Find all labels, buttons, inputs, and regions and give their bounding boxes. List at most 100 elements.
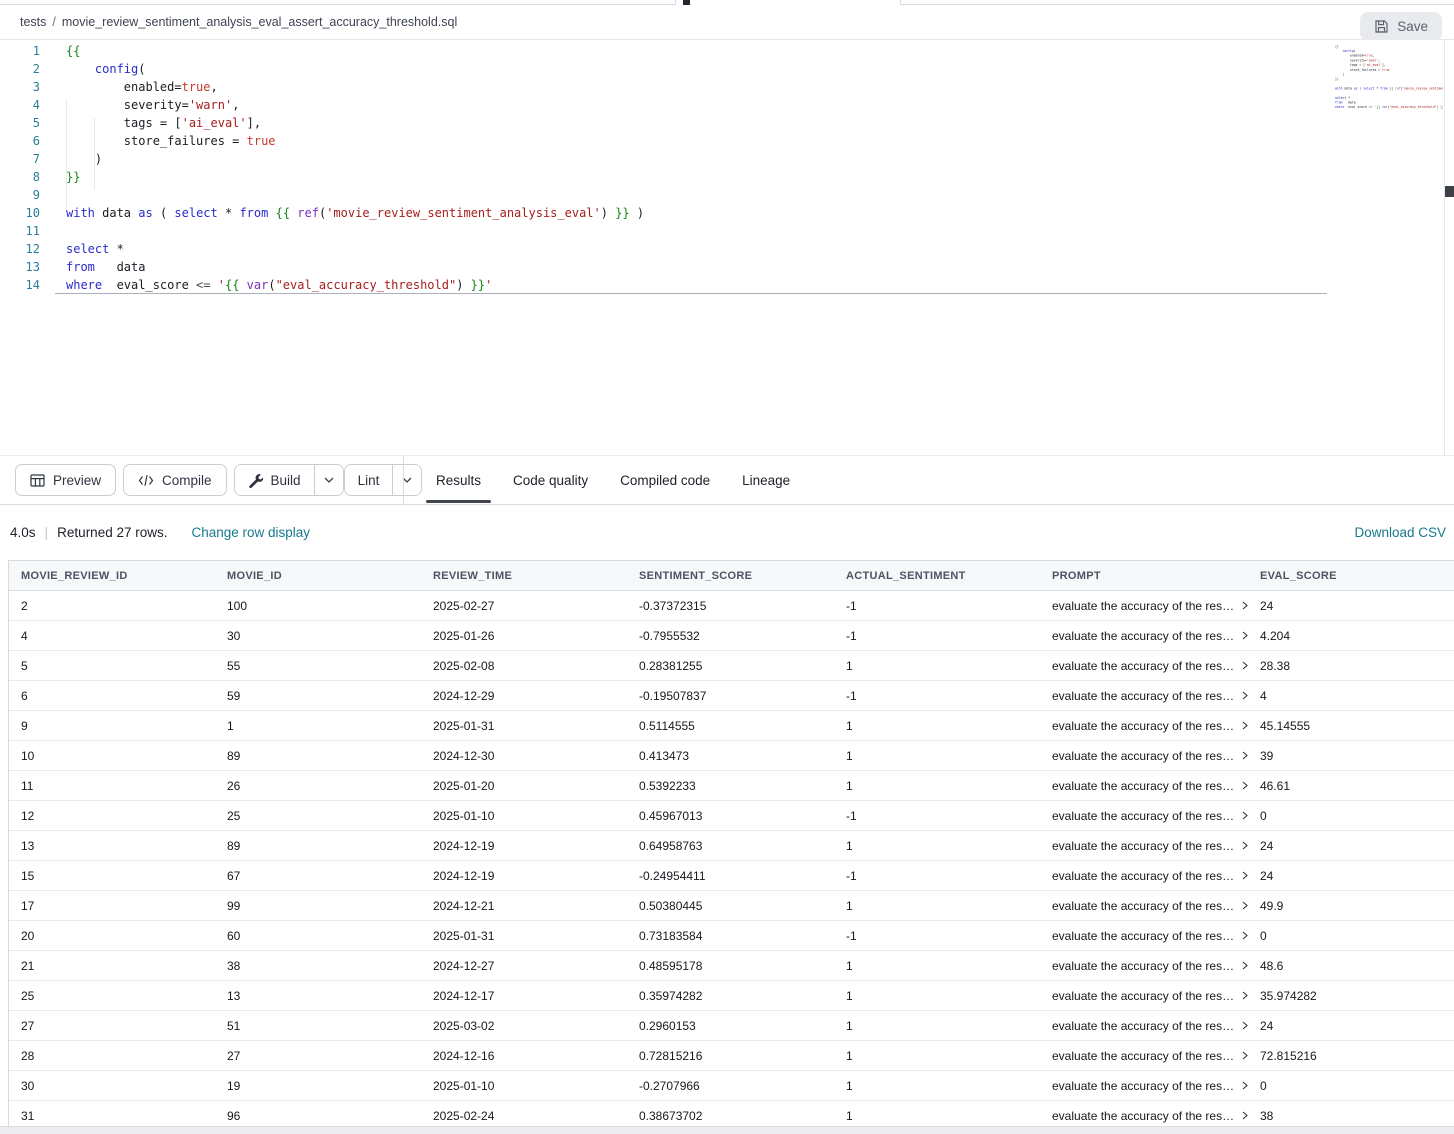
table-row: 31962025-02-240.386737021evaluate the ac… bbox=[9, 1101, 1454, 1126]
table-cell: 0.413473 bbox=[627, 749, 834, 763]
lint-button[interactable]: Lint bbox=[345, 465, 393, 495]
minimap[interactable]: {{ config( enabled=true, severity='warn'… bbox=[1335, 44, 1443, 122]
code-editor[interactable]: 1{{2 config(3 enabled=true,4 severity='w… bbox=[0, 40, 1454, 455]
chevron-down-icon bbox=[324, 477, 334, 483]
table-row: 28272024-12-160.728152161evaluate the ac… bbox=[9, 1041, 1454, 1071]
code-line[interactable]: 6 store_failures = true bbox=[0, 132, 1454, 150]
line-number: 9 bbox=[0, 186, 40, 204]
code-line[interactable]: 5 tags = ['ai_eval'], bbox=[0, 114, 1454, 132]
prompt-expand-chevron-icon[interactable] bbox=[1241, 901, 1248, 910]
code-line[interactable]: 1{{ bbox=[0, 42, 1454, 60]
prompt-expand-chevron-icon[interactable] bbox=[1241, 631, 1248, 640]
tab-results[interactable]: Results bbox=[420, 455, 497, 505]
tab-code-quality[interactable]: Code quality bbox=[497, 455, 604, 505]
table-cell: 2025-01-10 bbox=[421, 1079, 627, 1093]
line-number: 7 bbox=[0, 150, 40, 168]
line-number: 6 bbox=[0, 132, 40, 150]
line-number: 12 bbox=[0, 240, 40, 258]
prompt-expand-chevron-icon[interactable] bbox=[1241, 871, 1248, 880]
prompt-expand-chevron-icon[interactable] bbox=[1241, 961, 1248, 970]
horizontal-scrollbar[interactable] bbox=[0, 1126, 1454, 1134]
prompt-preview-text: evaluate the accuracy of the res… bbox=[1052, 869, 1234, 883]
prompt-cell: evaluate the accuracy of the res… bbox=[1040, 1109, 1248, 1123]
prompt-expand-chevron-icon[interactable] bbox=[1241, 1021, 1248, 1030]
eval-score-cell: 45.14555 bbox=[1248, 719, 1454, 733]
table-cell: 1 bbox=[834, 719, 1040, 733]
code-line[interactable]: 10with data as ( select * from {{ ref('m… bbox=[0, 204, 1454, 222]
lint-dropdown-toggle[interactable] bbox=[392, 465, 421, 495]
change-row-display-link[interactable]: Change row display bbox=[191, 525, 310, 540]
table-row: 11262025-01-200.53922331evaluate the acc… bbox=[9, 771, 1454, 801]
table-row: 21382024-12-270.485951781evaluate the ac… bbox=[9, 951, 1454, 981]
prompt-expand-chevron-icon[interactable] bbox=[1241, 1111, 1248, 1120]
tab-code-quality-label: Code quality bbox=[513, 473, 588, 488]
code-line[interactable]: 8}} bbox=[0, 168, 1454, 186]
prompt-expand-chevron-icon[interactable] bbox=[1241, 1081, 1248, 1090]
build-button[interactable]: Build bbox=[235, 465, 314, 495]
table-cell: 21 bbox=[9, 959, 215, 973]
code-line[interactable]: 14where eval_score <= '{{ var("eval_accu… bbox=[0, 276, 1454, 294]
code-line[interactable]: 3 enabled=true, bbox=[0, 78, 1454, 96]
breadcrumb-folder[interactable]: tests bbox=[20, 15, 46, 29]
code-line[interactable]: 11 bbox=[0, 222, 1454, 240]
table-cell: 0.28381255 bbox=[627, 659, 834, 673]
code-brackets-icon bbox=[138, 474, 154, 487]
table-cell: 12 bbox=[9, 809, 215, 823]
table-cell: 0.64958763 bbox=[627, 839, 834, 853]
prompt-expand-chevron-icon[interactable] bbox=[1241, 721, 1248, 730]
table-cell: 13 bbox=[9, 839, 215, 853]
table-header-row: MOVIE_REVIEW_IDMOVIE_IDREVIEW_TIMESENTIM… bbox=[9, 561, 1454, 591]
code-line[interactable]: 2 config( bbox=[0, 60, 1454, 78]
eval-score-cell: 4 bbox=[1248, 689, 1454, 703]
code-line[interactable]: 4 severity='warn', bbox=[0, 96, 1454, 114]
preview-button[interactable]: Preview bbox=[15, 464, 116, 496]
prompt-cell: evaluate the accuracy of the res… bbox=[1040, 1049, 1248, 1063]
prompt-preview-text: evaluate the accuracy of the res… bbox=[1052, 1079, 1234, 1093]
prompt-expand-chevron-icon[interactable] bbox=[1241, 601, 1248, 610]
table-cell: 30 bbox=[9, 1079, 215, 1093]
tab-compiled-code[interactable]: Compiled code bbox=[604, 455, 726, 505]
table-cell: 2025-02-24 bbox=[421, 1109, 627, 1123]
prompt-expand-chevron-icon[interactable] bbox=[1241, 991, 1248, 1000]
table-row: 20602025-01-310.73183584-1evaluate the a… bbox=[9, 921, 1454, 951]
prompt-preview-text: evaluate the accuracy of the res… bbox=[1052, 899, 1234, 913]
table-row: 6592024-12-29-0.19507837-1evaluate the a… bbox=[9, 681, 1454, 711]
prompt-expand-chevron-icon[interactable] bbox=[1241, 841, 1248, 850]
tab-lineage[interactable]: Lineage bbox=[726, 455, 806, 505]
eval-score-cell: 0 bbox=[1248, 1079, 1454, 1093]
build-dropdown-toggle[interactable] bbox=[314, 465, 343, 495]
eval-score-cell: 49.9 bbox=[1248, 899, 1454, 913]
prompt-expand-chevron-icon[interactable] bbox=[1241, 691, 1248, 700]
prompt-expand-chevron-icon[interactable] bbox=[1241, 661, 1248, 670]
prompt-cell: evaluate the accuracy of the res… bbox=[1040, 989, 1248, 1003]
tab-lineage-label: Lineage bbox=[742, 473, 790, 488]
table-cell: 51 bbox=[215, 1019, 421, 1033]
build-button-label: Build bbox=[271, 473, 301, 488]
table-cell: 89 bbox=[215, 749, 421, 763]
table-cell: -1 bbox=[834, 599, 1040, 613]
code-line[interactable]: 7 ) bbox=[0, 150, 1454, 168]
prompt-expand-chevron-icon[interactable] bbox=[1241, 931, 1248, 940]
prompt-expand-chevron-icon[interactable] bbox=[1241, 811, 1248, 820]
compile-button-label: Compile bbox=[162, 473, 212, 488]
save-button[interactable]: Save bbox=[1360, 12, 1442, 41]
prompt-expand-chevron-icon[interactable] bbox=[1241, 1051, 1248, 1060]
table-cell: -1 bbox=[834, 629, 1040, 643]
table-cell: 2025-01-26 bbox=[421, 629, 627, 643]
table-cell: 1 bbox=[834, 659, 1040, 673]
code-line[interactable]: 12select * bbox=[0, 240, 1454, 258]
code-line[interactable]: 9 bbox=[0, 186, 1454, 204]
table-cell: 2024-12-19 bbox=[421, 839, 627, 853]
eval-score-cell: 35.974282 bbox=[1248, 989, 1454, 1003]
editor-scrollbar-handle[interactable] bbox=[1445, 186, 1454, 197]
compile-button[interactable]: Compile bbox=[123, 464, 227, 496]
wrench-icon bbox=[248, 473, 263, 488]
prompt-expand-chevron-icon[interactable] bbox=[1241, 751, 1248, 760]
prompt-expand-chevron-icon[interactable] bbox=[1241, 781, 1248, 790]
table-cell: -0.19507837 bbox=[627, 689, 834, 703]
preview-table-icon bbox=[30, 473, 45, 488]
table-cell: 1 bbox=[834, 1079, 1040, 1093]
code-line[interactable]: 13from data bbox=[0, 258, 1454, 276]
download-csv-link[interactable]: Download CSV bbox=[1354, 525, 1446, 540]
line-number: 14 bbox=[0, 276, 40, 294]
